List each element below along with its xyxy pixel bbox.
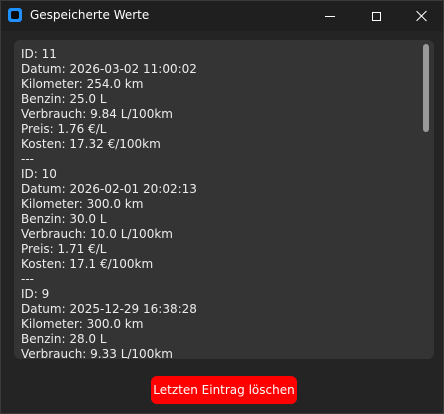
entry-line: Kosten: 17.1 €/100km [21, 257, 154, 271]
entry-line: Datum: 2025-12-29 16:38:28 [21, 302, 197, 316]
entry-line: Preis: 1.76 €/L [21, 122, 107, 136]
entry: ID: 11 Datum: 2026-03-02 11:00:02 Kilomete… [21, 47, 421, 167]
maximize-icon [371, 11, 381, 21]
entry-line: Preis: 1.71 €/L [21, 242, 107, 256]
entry-line: Datum: 2026-03-02 11:00:02 [21, 62, 197, 76]
entry: ID: 10 Datum: 2026-02-01 20:02:13 Kilomete… [21, 167, 421, 287]
app-icon [8, 8, 22, 22]
entry-line: Verbrauch: 9.33 L/100km [21, 347, 173, 359]
entries-panel: ID: 11 Datum: 2026-03-02 11:00:02 Kilomete… [14, 40, 434, 359]
entry-line: Kilometer: 254.0 km [21, 77, 144, 91]
close-button[interactable] [399, 1, 444, 31]
entry-line: Benzin: 28.0 L [21, 332, 107, 346]
entries-textbox[interactable]: ID: 11 Datum: 2026-03-02 11:00:02 Kilomete… [21, 47, 421, 359]
entry-separator: --- [21, 272, 34, 286]
minimize-button[interactable] [307, 1, 353, 31]
entry-separator: --- [21, 152, 34, 166]
entry-line: Kosten: 17.32 €/100km [21, 137, 161, 151]
title-bar[interactable]: Gespeicherte Werte [1, 1, 443, 31]
close-icon [416, 10, 428, 22]
window-title: Gespeicherte Werte [30, 8, 150, 22]
entry-line: Benzin: 30.0 L [21, 212, 107, 226]
minimize-icon [325, 15, 335, 17]
entry-line: Datum: 2026-02-01 20:02:13 [21, 182, 197, 196]
entry-line: ID: 9 [21, 287, 50, 301]
entry: ID: 9 Datum: 2025-12-29 16:38:28 Kilometer… [21, 287, 421, 359]
entry-line: Verbrauch: 10.0 L/100km [21, 227, 173, 241]
delete-last-entry-button[interactable]: Letzten Eintrag löschen [151, 376, 297, 404]
scrollbar-thumb[interactable] [423, 44, 429, 132]
entry-line: Verbrauch: 9.84 L/100km [21, 107, 173, 121]
maximize-button[interactable] [353, 1, 399, 31]
entry-line: Benzin: 25.0 L [21, 92, 107, 106]
entry-line: Kilometer: 300.0 km [21, 317, 144, 331]
entry-line: ID: 10 [21, 167, 57, 181]
scrollbar[interactable] [422, 44, 430, 355]
entry-line: ID: 11 [21, 47, 57, 61]
window: Gespeicherte Werte ID: 11 Datum: 2026-03-… [0, 0, 444, 414]
entry-line: Kilometer: 300.0 km [21, 197, 144, 211]
